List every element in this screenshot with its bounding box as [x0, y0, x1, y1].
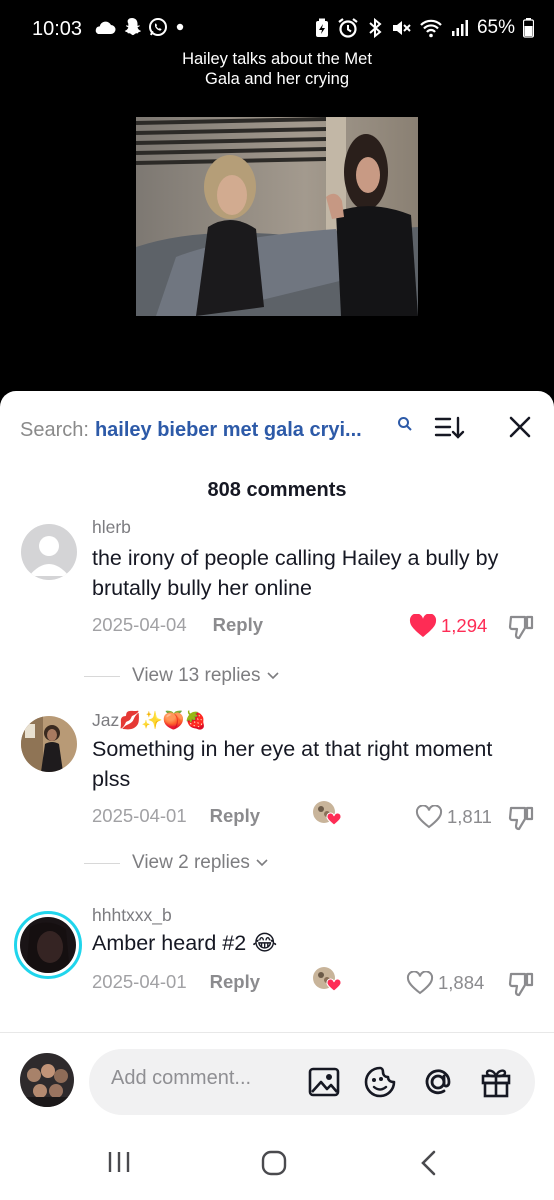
heart-outline-icon [415, 805, 443, 829]
battery-saver-icon [315, 18, 328, 37]
mute-icon [392, 21, 411, 35]
status-time: 10:03 [32, 18, 83, 40]
comment-date: 2025-04-01 [92, 805, 187, 826]
back-icon[interactable] [420, 1150, 438, 1176]
view-replies-button[interactable]: View 2 replies [84, 852, 268, 874]
wifi-icon [420, 19, 442, 38]
comment-username[interactable]: hhhtxxx_b [92, 905, 172, 926]
comment-text: Amber heard #2 😂 [92, 931, 278, 955]
profile-photo [21, 716, 77, 772]
chevron-down-icon [266, 672, 279, 680]
video-title: Hailey talks about the Met Gala and her … [0, 49, 554, 89]
snapchat-icon [124, 18, 141, 36]
emoji-icon[interactable] [363, 1065, 397, 1099]
profile-photo [20, 917, 76, 973]
avatar[interactable] [21, 716, 77, 772]
view-replies-button[interactable]: View 13 replies [84, 665, 279, 687]
comment-date: 2025-04-01 [92, 971, 187, 992]
like-button[interactable]: 1,294 [409, 614, 487, 638]
profile-photo [20, 1053, 74, 1107]
heart-filled-icon [409, 614, 437, 637]
like-count: 1,884 [438, 972, 485, 993]
avatar[interactable] [21, 524, 77, 580]
dislike-icon[interactable] [507, 971, 535, 997]
reply-button[interactable]: Reply [210, 805, 260, 827]
mention-icon[interactable] [421, 1065, 455, 1099]
gift-icon[interactable] [479, 1065, 513, 1099]
signal-icon [451, 20, 468, 36]
system-navigation-bar [0, 1126, 554, 1200]
comment-username[interactable]: hlerb [92, 517, 131, 538]
like-count: 1,294 [441, 615, 488, 636]
video-player[interactable] [136, 117, 418, 316]
comment-composer [0, 1043, 554, 1123]
comment-date: 2025-04-04 [92, 614, 187, 635]
like-button[interactable]: 1,811 [415, 805, 492, 829]
comment-count: 808 comments [207, 479, 347, 501]
comment-input-container[interactable] [89, 1049, 535, 1115]
replies-divider-line [84, 675, 120, 677]
comments-sheet: Search: hailey bieber met gala cryi... 8… [0, 391, 554, 1200]
avatar-story-ring[interactable] [14, 911, 82, 979]
dislike-icon[interactable] [507, 614, 535, 640]
comment-item: hlerb the irony of people calling Hailey… [0, 517, 554, 701]
comment-text: the irony of people calling Hailey a bul… [92, 546, 499, 600]
dislike-icon[interactable] [507, 805, 535, 831]
chevron-down-icon [256, 859, 268, 867]
view-replies-label: View 13 replies [132, 665, 261, 686]
comment-text: Something in her eye at that right momen… [92, 737, 493, 791]
close-icon[interactable] [508, 415, 532, 439]
current-user-avatar[interactable] [20, 1053, 74, 1107]
composer-divider [0, 1032, 554, 1033]
search-icon[interactable] [397, 416, 413, 432]
replies-divider-line [84, 862, 120, 864]
sort-icon[interactable] [434, 415, 466, 441]
comment-input[interactable] [111, 1067, 291, 1090]
creator-liked-icon [313, 967, 342, 992]
home-icon[interactable] [261, 1150, 287, 1176]
default-avatar-icon [21, 524, 77, 580]
recent-apps-icon[interactable] [106, 1150, 132, 1174]
video-thumbnail [136, 117, 418, 316]
comment-username[interactable]: Jaz💋✨🍑🍓 [92, 710, 206, 731]
reply-button[interactable]: Reply [210, 971, 260, 993]
reply-button[interactable]: Reply [213, 614, 263, 636]
comment-item: hhhtxxx_b Amber heard #2 😂 2025-04-01 Re… [0, 905, 554, 1011]
heart-outline-icon [406, 971, 434, 995]
whatsapp-icon [149, 18, 167, 36]
view-replies-label: View 2 replies [132, 852, 250, 873]
search-query-link[interactable]: hailey bieber met gala cryi... [95, 419, 362, 442]
comment-item: Jaz💋✨🍑🍓 Something in her eye at that rig… [0, 710, 554, 896]
cloud-icon [95, 21, 116, 34]
battery-icon [523, 18, 534, 38]
search-prefix: Search: [20, 418, 89, 441]
creator-liked-icon [313, 801, 342, 826]
image-icon[interactable] [307, 1065, 341, 1099]
like-button[interactable]: 1,884 [406, 971, 484, 995]
video-title-line-1: Hailey talks about the Met [182, 50, 372, 68]
alarm-icon [338, 18, 358, 38]
video-title-line-2: Gala and her crying [205, 70, 349, 88]
bluetooth-icon [369, 17, 382, 39]
search-suggestion[interactable]: Search: hailey bieber met gala cryi... [20, 417, 362, 443]
dot-icon [176, 23, 184, 31]
battery-percent: 65% [476, 17, 515, 38]
like-count: 1,811 [447, 806, 492, 827]
